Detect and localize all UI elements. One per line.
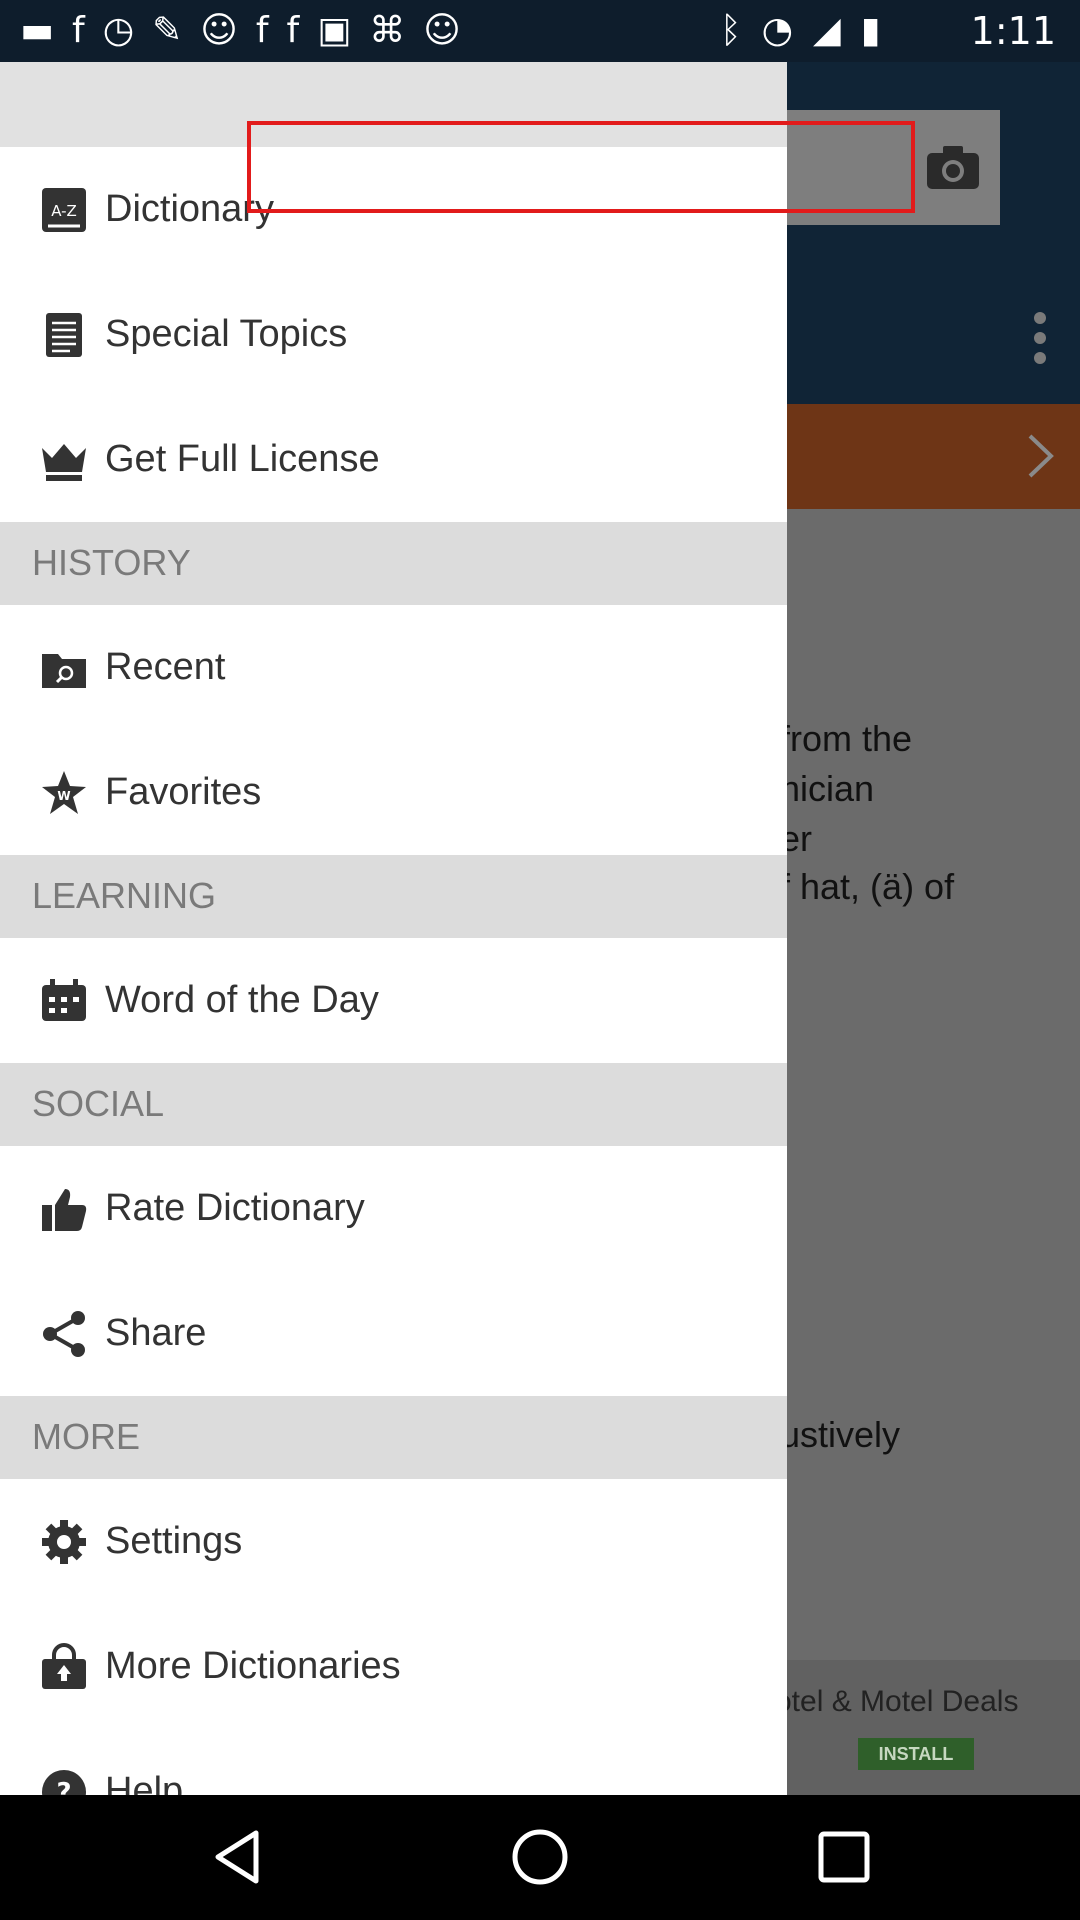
facebook-icon: f	[286, 10, 300, 51]
star-w-icon: W	[42, 770, 86, 814]
svg-text:A-Z: A-Z	[51, 202, 77, 220]
bluetooth-icon: ᛒ	[720, 10, 742, 51]
menu-item-label: Recent	[105, 646, 226, 688]
document-icon	[46, 312, 82, 357]
wrench-icon: ✎	[152, 10, 183, 51]
home-icon[interactable]	[508, 1825, 572, 1889]
timer-icon: ◷	[102, 10, 135, 51]
section-label: MORE	[32, 1416, 140, 1457]
signal-icon: ◢	[813, 10, 841, 51]
camera-icon[interactable]	[925, 143, 981, 191]
menu-item-help[interactable]: ? Help	[0, 1729, 787, 1795]
status-time: 1:11	[970, 9, 1056, 53]
menu-item-rate-dictionary[interactable]: Rate Dictionary	[0, 1146, 787, 1271]
calendar-icon	[42, 978, 86, 1021]
highlight-box	[247, 121, 915, 213]
section-label: SOCIAL	[32, 1083, 165, 1124]
recents-icon[interactable]	[812, 1825, 876, 1889]
menu-item-label: Settings	[105, 1520, 243, 1562]
translate-icon: ⌘	[369, 10, 406, 51]
overflow-menu-icon[interactable]	[1020, 310, 1060, 366]
back-icon[interactable]	[206, 1825, 270, 1889]
menu-item-label: Get Full License	[105, 438, 380, 480]
crown-icon	[42, 443, 86, 481]
section-header-history: HISTORY	[0, 522, 787, 605]
chat-icon: ▬	[20, 10, 55, 51]
svg-text:?: ?	[56, 1778, 71, 1796]
alarm-icon: ◔	[761, 10, 794, 51]
menu-item-get-full-license[interactable]: Get Full License	[0, 397, 787, 522]
smiley-icon: ☺	[200, 10, 238, 51]
section-header-learning: LEARNING	[0, 855, 787, 938]
menu-item-label: Word of the Day	[105, 979, 379, 1021]
ad-title: otel & Motel Deals	[775, 1685, 1019, 1718]
gear-icon	[42, 1519, 86, 1564]
section-label: LEARNING	[32, 875, 217, 916]
ad-install-button[interactable]: INSTALL	[858, 1738, 974, 1770]
shopping-bag-icon	[42, 1642, 86, 1689]
status-bar: ▬ f ◷ ✎ ☺ f f ▣ ⌘ ☺ ᛒ ◔ ◢ ▮ 1:11	[0, 0, 1080, 62]
notification-icons: ▬ f ◷ ✎ ☺ f f ▣ ⌘ ☺	[20, 10, 461, 52]
menu-item-label: Favorites	[105, 771, 262, 813]
section-label: HISTORY	[32, 542, 191, 583]
svg-text:W: W	[57, 789, 70, 803]
facebook-icon: f	[255, 10, 269, 51]
share-icon	[43, 1310, 85, 1357]
thumbs-up-icon	[42, 1188, 87, 1231]
folder-search-icon	[42, 653, 86, 688]
menu-item-label: More Dictionaries	[105, 1645, 401, 1687]
menu-item-label: Help	[105, 1770, 184, 1795]
section-header-social: SOCIAL	[0, 1063, 787, 1146]
menu-item-recent[interactable]: Recent	[0, 605, 787, 730]
chevron-right-icon[interactable]	[1025, 433, 1055, 479]
menu-item-more-dictionaries[interactable]: More Dictionaries	[0, 1604, 787, 1729]
qt-icon: ▣	[317, 10, 352, 51]
menu-item-favorites[interactable]: W Favorites	[0, 730, 787, 855]
battery-icon: ▮	[860, 10, 881, 51]
content-text: nician	[780, 768, 875, 809]
menu-item-special-topics[interactable]: Special Topics	[0, 272, 787, 397]
smiley-icon: ☺	[423, 10, 461, 51]
menu-item-word-of-the-day[interactable]: Word of the Day	[0, 938, 787, 1063]
help-icon: ?	[42, 1769, 86, 1796]
system-navigation-bar	[0, 1795, 1080, 1920]
menu-item-label: Rate Dictionary	[105, 1187, 365, 1229]
content-text: ustively	[780, 1414, 901, 1455]
content-text: f hat, (ä) of	[780, 866, 955, 907]
a-z-book-icon: A-Z	[42, 187, 86, 232]
menu-item-share[interactable]: Share	[0, 1271, 787, 1396]
menu-item-label: Special Topics	[105, 313, 348, 355]
menu-item-label: Share	[105, 1312, 207, 1354]
section-header-more: MORE	[0, 1396, 787, 1479]
facebook-icon: f	[72, 10, 85, 51]
navigation-drawer: A-Z Dictionary Special Topics Get Full L…	[0, 62, 787, 1795]
menu-item-settings[interactable]: Settings	[0, 1479, 787, 1604]
content-text: from the	[780, 718, 913, 759]
